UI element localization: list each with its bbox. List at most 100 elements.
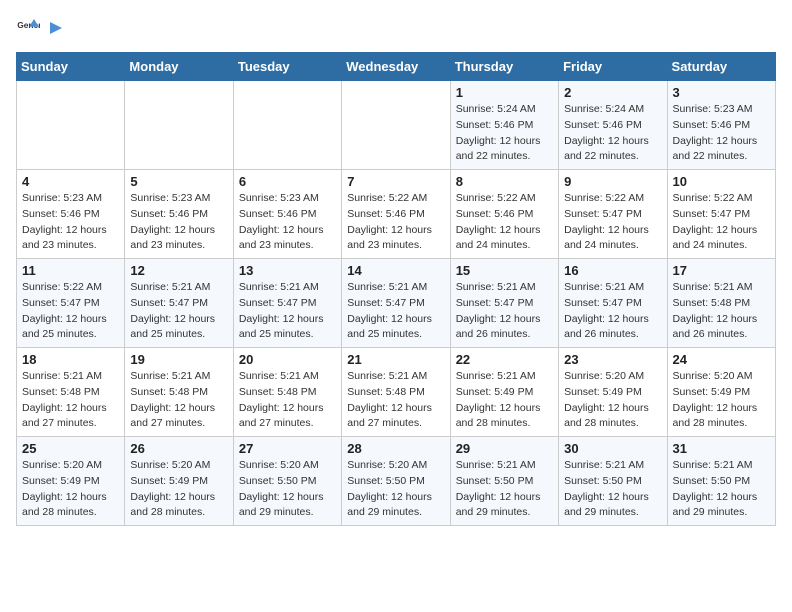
calendar-header-row: SundayMondayTuesdayWednesdayThursdayFrid… — [17, 53, 776, 81]
day-info: Sunrise: 5:22 AMSunset: 5:47 PMDaylight:… — [673, 191, 770, 254]
day-info: Sunrise: 5:24 AMSunset: 5:46 PMDaylight:… — [456, 102, 553, 165]
day-number: 27 — [239, 441, 336, 456]
calendar-cell: 21 Sunrise: 5:21 AMSunset: 5:48 PMDayligh… — [342, 348, 450, 437]
calendar-cell: 17 Sunrise: 5:21 AMSunset: 5:48 PMDayligh… — [667, 259, 775, 348]
day-number: 22 — [456, 352, 553, 367]
calendar-cell: 29 Sunrise: 5:21 AMSunset: 5:50 PMDayligh… — [450, 437, 558, 526]
logo-icon: General — [16, 16, 40, 40]
calendar-cell: 16 Sunrise: 5:21 AMSunset: 5:47 PMDayligh… — [559, 259, 667, 348]
day-info: Sunrise: 5:21 AMSunset: 5:47 PMDaylight:… — [239, 280, 336, 343]
day-number: 8 — [456, 174, 553, 189]
day-number: 11 — [22, 263, 119, 278]
calendar-cell: 2 Sunrise: 5:24 AMSunset: 5:46 PMDaylight… — [559, 81, 667, 170]
calendar-cell: 9Sunrise: 5:22 AMSunset: 5:47 PMDaylight… — [559, 170, 667, 259]
calendar-cell: 7 Sunrise: 5:22 AMSunset: 5:46 PMDaylight… — [342, 170, 450, 259]
calendar-cell: 25Sunrise: 5:20 AMSunset: 5:49 PMDayligh… — [17, 437, 125, 526]
day-info: Sunrise: 5:24 AMSunset: 5:46 PMDaylight:… — [564, 102, 661, 165]
day-number: 26 — [130, 441, 227, 456]
day-number: 31 — [673, 441, 770, 456]
calendar-cell — [17, 81, 125, 170]
calendar-cell: 27 Sunrise: 5:20 AMSunset: 5:50 PMDayligh… — [233, 437, 341, 526]
calendar-cell: 6Sunrise: 5:23 AMSunset: 5:46 PMDaylight… — [233, 170, 341, 259]
day-number: 10 — [673, 174, 770, 189]
calendar-week-row: 25 Sunrise: 5:20 AMSunset: 5:49 PMDayligh… — [17, 437, 776, 526]
calendar-cell: 28 Sunrise: 5:20 AMSunset: 5:50 PMDayligh… — [342, 437, 450, 526]
calendar-cell: 11 Sunrise: 5:22 AMSunset: 5:47 PMDayligh… — [17, 259, 125, 348]
day-number: 19 — [130, 352, 227, 367]
day-number: 28 — [347, 441, 444, 456]
day-number: 12 — [130, 263, 227, 278]
header-thursday: Thursday — [450, 53, 558, 81]
calendar-cell: 14 Sunrise: 5:21 AMSunset: 5:47 PMDayligh… — [342, 259, 450, 348]
day-number: 13 — [239, 263, 336, 278]
calendar-cell: 15 Sunrise: 5:21 AMSunset: 5:47 PMDayligh… — [450, 259, 558, 348]
day-number: 2 — [564, 85, 661, 100]
day-number: 16 — [564, 263, 661, 278]
day-info: Sunrise: 5:20 AMSunset: 5:49 PMDaylight:… — [673, 369, 770, 432]
calendar-week-row: 11 Sunrise: 5:22 AMSunset: 5:47 PMDayligh… — [17, 259, 776, 348]
calendar-week-row: 18 Sunrise: 5:21 AMSunset: 5:48 PMDayligh… — [17, 348, 776, 437]
calendar-table: SundayMondayTuesdayWednesdayThursdayFrid… — [16, 52, 776, 526]
day-number: 1 — [456, 85, 553, 100]
day-number: 17 — [673, 263, 770, 278]
calendar-cell: 3 Sunrise: 5:23 AMSunset: 5:46 PMDaylight… — [667, 81, 775, 170]
day-info: Sunrise: 5:21 AMSunset: 5:48 PMDaylight:… — [673, 280, 770, 343]
day-info: Sunrise: 5:22 AMSunset: 5:47 PMDaylight:… — [22, 280, 119, 343]
day-info: Sunrise: 5:23 AMSunset: 5:46 PMDaylight:… — [130, 191, 227, 254]
day-info: Sunrise: 5:20 AMSunset: 5:50 PMDaylight:… — [239, 458, 336, 521]
header-monday: Monday — [125, 53, 233, 81]
day-info: Sunrise: 5:23 AMSunset: 5:46 PMDaylight:… — [22, 191, 119, 254]
header-saturday: Saturday — [667, 53, 775, 81]
day-info: Sunrise: 5:20 AMSunset: 5:49 PMDaylight:… — [130, 458, 227, 521]
day-number: 29 — [456, 441, 553, 456]
day-number: 20 — [239, 352, 336, 367]
calendar-week-row: 4 Sunrise: 5:23 AMSunset: 5:46 PMDaylight… — [17, 170, 776, 259]
day-info: Sunrise: 5:21 AMSunset: 5:48 PMDaylight:… — [347, 369, 444, 432]
calendar-cell: 22Sunrise: 5:21 AMSunset: 5:49 PMDayligh… — [450, 348, 558, 437]
day-number: 18 — [22, 352, 119, 367]
day-number: 7 — [347, 174, 444, 189]
calendar-cell: 1 Sunrise: 5:24 AMSunset: 5:46 PMDaylight… — [450, 81, 558, 170]
day-number: 4 — [22, 174, 119, 189]
calendar-cell: 24 Sunrise: 5:20 AMSunset: 5:49 PMDayligh… — [667, 348, 775, 437]
day-number: 14 — [347, 263, 444, 278]
calendar-cell: 20 Sunrise: 5:21 AMSunset: 5:48 PMDayligh… — [233, 348, 341, 437]
header-tuesday: Tuesday — [233, 53, 341, 81]
day-number: 3 — [673, 85, 770, 100]
day-info: Sunrise: 5:21 AMSunset: 5:50 PMDaylight:… — [564, 458, 661, 521]
calendar-cell: 26 Sunrise: 5:20 AMSunset: 5:49 PMDayligh… — [125, 437, 233, 526]
calendar-cell: 8 Sunrise: 5:22 AMSunset: 5:46 PMDaylight… — [450, 170, 558, 259]
day-number: 24 — [673, 352, 770, 367]
calendar-cell: 5Sunrise: 5:23 AMSunset: 5:46 PMDaylight… — [125, 170, 233, 259]
day-number: 25 — [22, 441, 119, 456]
day-info: Sunrise: 5:21 AMSunset: 5:50 PMDaylight:… — [673, 458, 770, 521]
day-info: Sunrise: 5:20 AMSunset: 5:50 PMDaylight:… — [347, 458, 444, 521]
day-info: Sunrise: 5:22 AMSunset: 5:46 PMDaylight:… — [347, 191, 444, 254]
day-info: Sunrise: 5:22 AMSunset: 5:46 PMDaylight:… — [456, 191, 553, 254]
logo: General — [16, 16, 66, 40]
day-number: 23 — [564, 352, 661, 367]
calendar-cell: 23 Sunrise: 5:20 AMSunset: 5:49 PMDayligh… — [559, 348, 667, 437]
day-info: Sunrise: 5:20 AMSunset: 5:49 PMDaylight:… — [564, 369, 661, 432]
day-number: 6 — [239, 174, 336, 189]
calendar-cell: 30Sunrise: 5:21 AMSunset: 5:50 PMDayligh… — [559, 437, 667, 526]
day-info: Sunrise: 5:21 AMSunset: 5:47 PMDaylight:… — [130, 280, 227, 343]
day-info: Sunrise: 5:21 AMSunset: 5:47 PMDaylight:… — [564, 280, 661, 343]
day-number: 15 — [456, 263, 553, 278]
calendar-cell — [233, 81, 341, 170]
calendar-cell: 19 Sunrise: 5:21 AMSunset: 5:48 PMDayligh… — [125, 348, 233, 437]
calendar-cell: 13 Sunrise: 5:21 AMSunset: 5:47 PMDayligh… — [233, 259, 341, 348]
day-number: 21 — [347, 352, 444, 367]
day-info: Sunrise: 5:21 AMSunset: 5:47 PMDaylight:… — [347, 280, 444, 343]
day-info: Sunrise: 5:21 AMSunset: 5:50 PMDaylight:… — [456, 458, 553, 521]
header-sunday: Sunday — [17, 53, 125, 81]
day-info: Sunrise: 5:21 AMSunset: 5:48 PMDaylight:… — [239, 369, 336, 432]
calendar-cell: 12 Sunrise: 5:21 AMSunset: 5:47 PMDayligh… — [125, 259, 233, 348]
day-info: Sunrise: 5:23 AMSunset: 5:46 PMDaylight:… — [673, 102, 770, 165]
day-info: Sunrise: 5:21 AMSunset: 5:47 PMDaylight:… — [456, 280, 553, 343]
header-friday: Friday — [559, 53, 667, 81]
day-info: Sunrise: 5:21 AMSunset: 5:48 PMDaylight:… — [130, 369, 227, 432]
calendar-cell: 18Sunrise: 5:21 AMSunset: 5:48 PMDayligh… — [17, 348, 125, 437]
header-wednesday: Wednesday — [342, 53, 450, 81]
calendar-cell — [342, 81, 450, 170]
